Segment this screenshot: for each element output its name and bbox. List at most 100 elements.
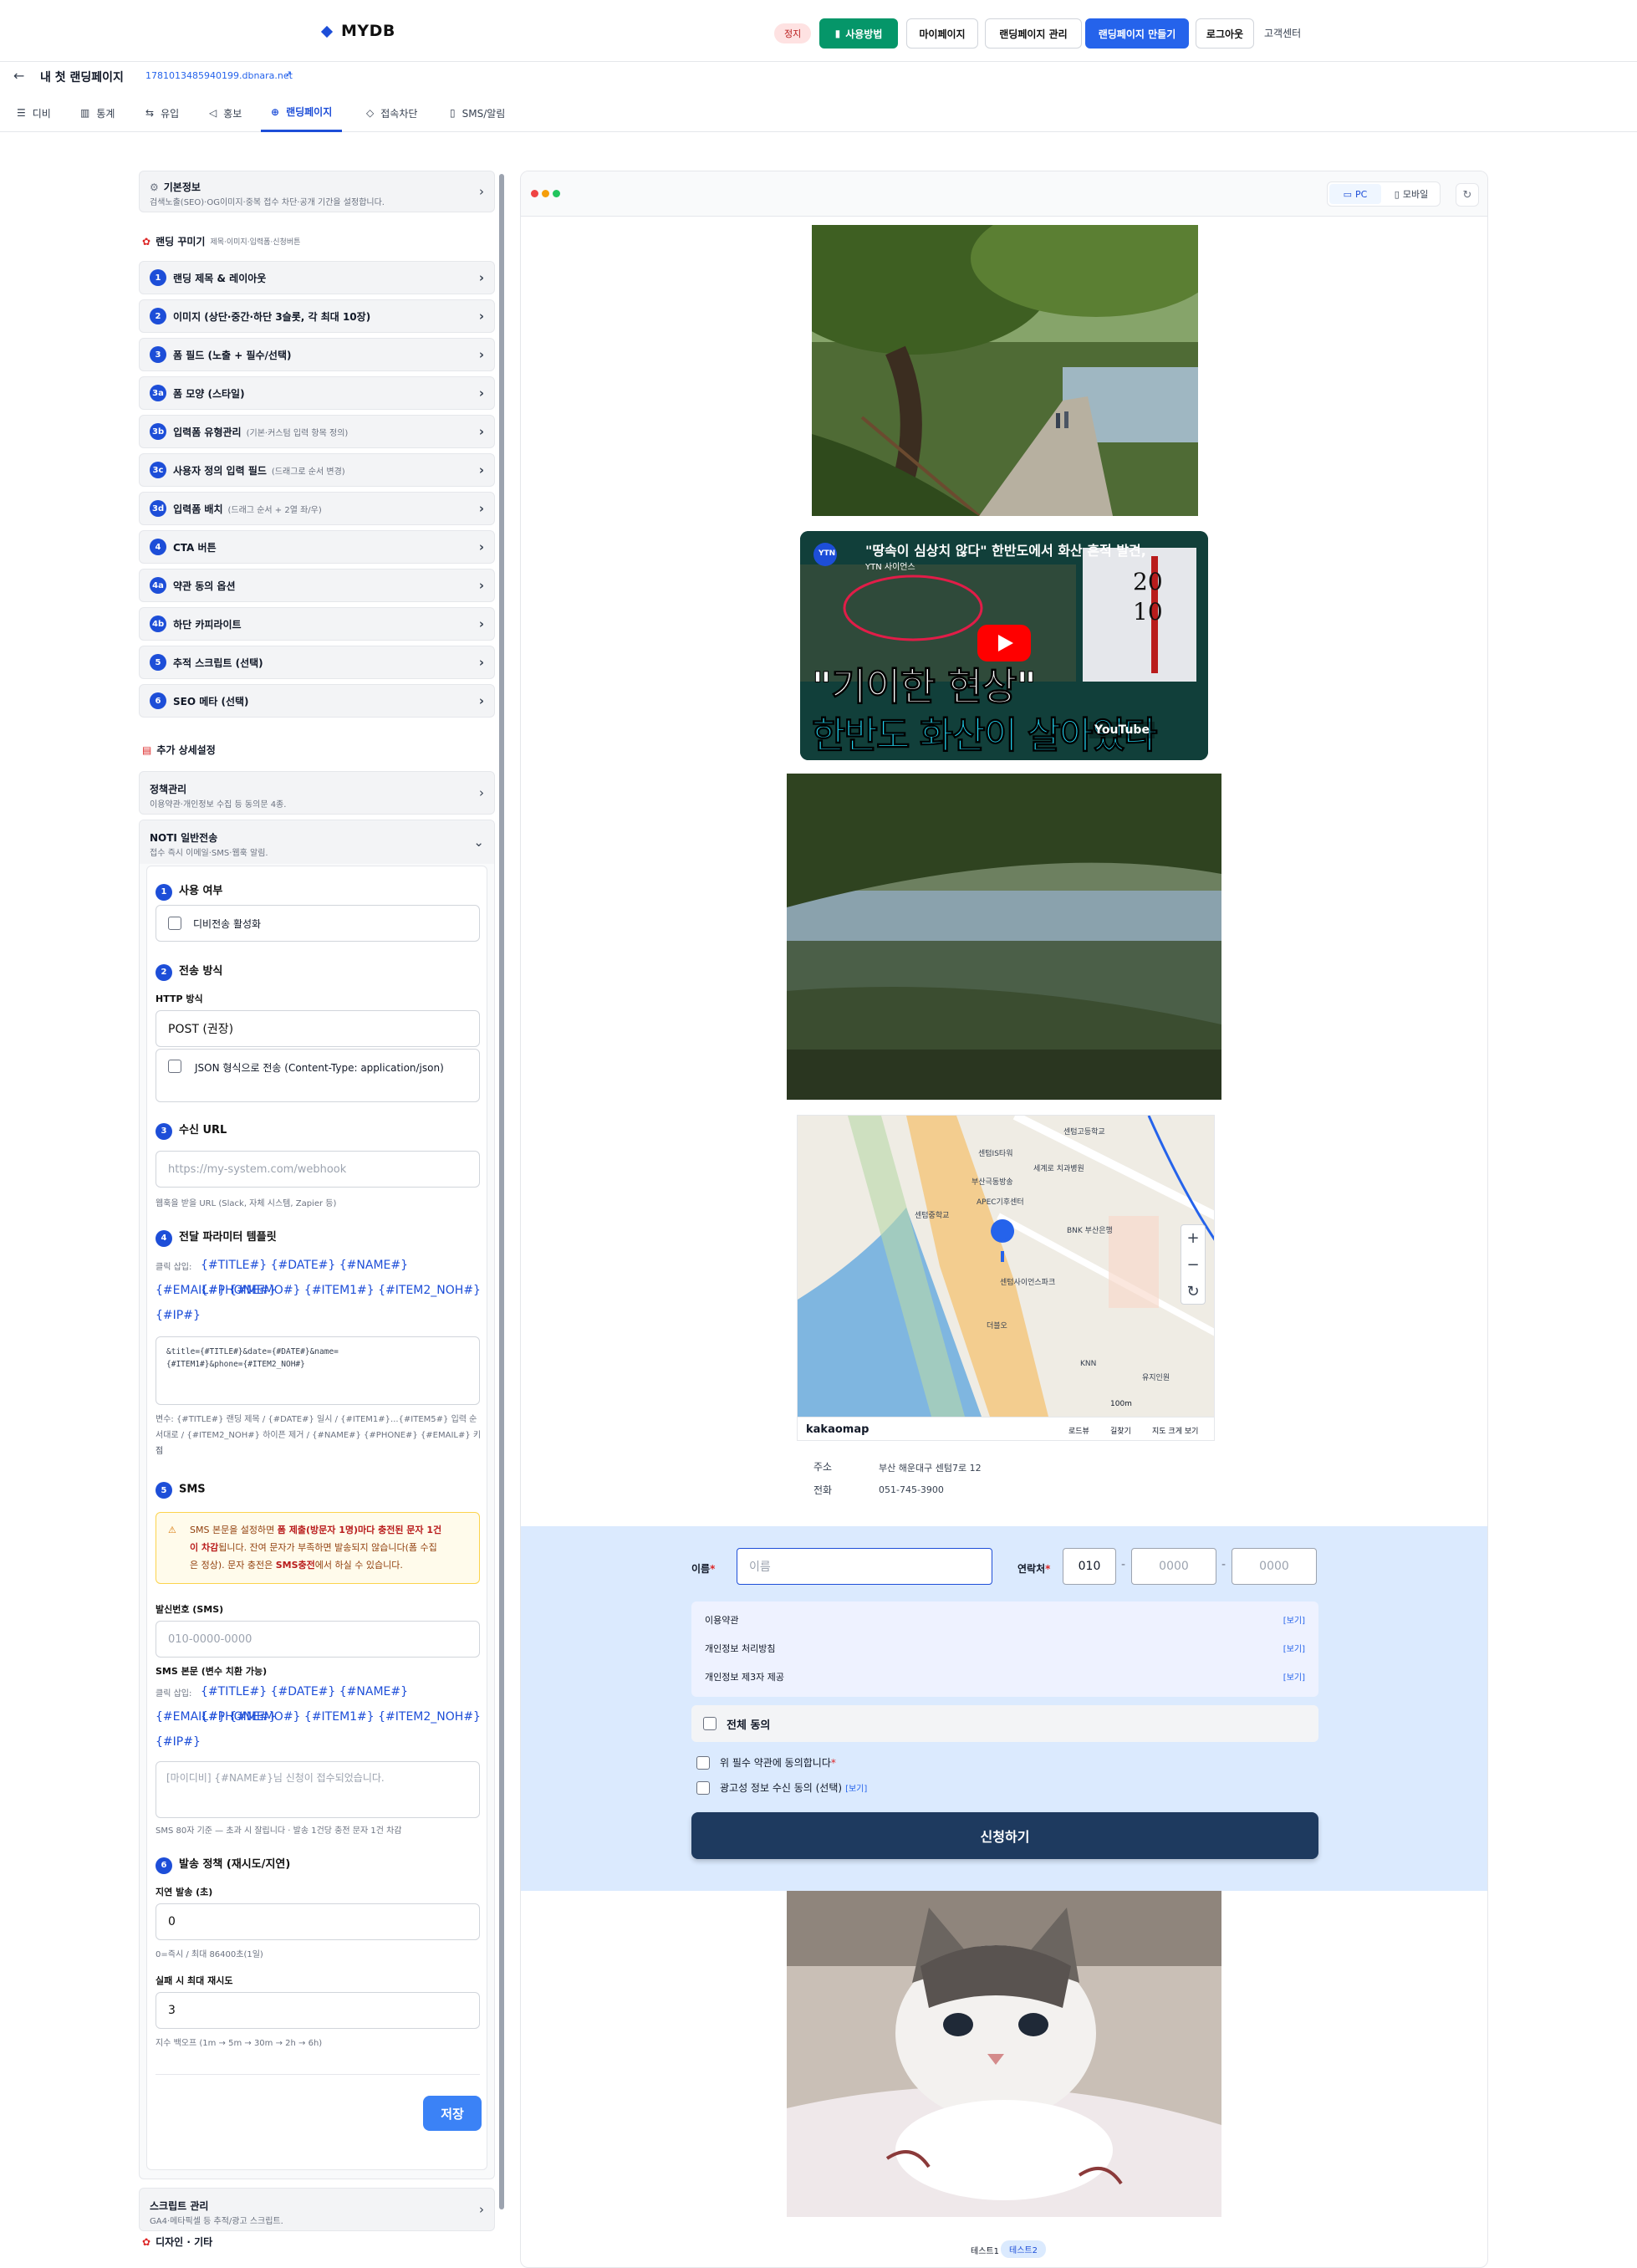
sms-token-row[interactable]: {#EMAIL#} {#MEMO#} {#ITEM1#} {#ITEM2_NOH… [156, 1704, 481, 1729]
step-row-4a[interactable]: 4a 약관 동의 옵션 › [139, 569, 495, 602]
policy-section[interactable]: 정책관리 이용약관·개인정보 수집 등 동의문 4종. › [139, 771, 495, 815]
chevron-right-icon: › [478, 270, 484, 285]
step-label: 폼 필드 (노출 + 필수/선택) [173, 349, 292, 361]
mypage-button[interactable]: 마이페이지 [906, 18, 978, 49]
create-landing-button[interactable]: 랜딩페이지 만들기 [1085, 18, 1189, 49]
basic-info-section[interactable]: ⚙ 기본정보 검색노출(SEO)·OG이미지·중복 접수 차단·공개 기간을 설정… [139, 171, 495, 212]
map-scale: 100m [1110, 1400, 1132, 1408]
inflow-icon: ⇆ [145, 107, 155, 119]
step-row-5[interactable]: 5 추적 스크립트 (선택) › [139, 646, 495, 679]
footer-tab-1[interactable]: 테스트1 [971, 2244, 999, 2256]
step-label: 랜딩 제목 & 레이아웃 [173, 272, 267, 284]
tab-landing[interactable]: ⊕ 랜딩페이지 [261, 94, 343, 132]
manage-landing-button[interactable]: 랜딩페이지 관리 [985, 18, 1082, 49]
zoom-out-icon[interactable]: − [1181, 1252, 1205, 1279]
refresh-icon[interactable]: ↻ [1456, 183, 1479, 207]
agree-all-row[interactable]: 전체 동의 [691, 1705, 1318, 1742]
param-token-row[interactable]: {#EMAIL#} {#MEMO#} {#ITEM1#} {#ITEM2_NOH… [156, 1278, 481, 1303]
guide-button[interactable]: ▮ 사용방법 [819, 18, 898, 49]
phone-prefix-select[interactable]: 010 [1063, 1548, 1116, 1585]
checkbox[interactable] [168, 1060, 181, 1073]
step-row-3a[interactable]: 3a 폼 모양 (스타일) › [139, 376, 495, 410]
youtube-logo[interactable]: YouTube [1089, 722, 1155, 738]
tab-inflow[interactable]: ⇆ 유입 [145, 94, 179, 132]
agree-required-row[interactable]: 위 필수 약관에 동의합니다 * [696, 1755, 836, 1770]
back-arrow-icon[interactable]: ← [13, 68, 24, 84]
kakao-map[interactable]: APEC기후센터 센텀중학교 센텀고등학교 BNK 부산은행 세계로 치과병원 부산극동방… [797, 1115, 1215, 1441]
step-sub: (드래그로 순서 변경) [271, 467, 345, 477]
db-send-toggle[interactable]: 디비전송 활성화 [156, 905, 480, 942]
checkbox[interactable] [696, 1780, 710, 1795]
webhook-url-input[interactable]: https://my-system.com/webhook [156, 1151, 480, 1188]
youtube-video-embed[interactable]: YTN "땅속이 심상치 않다" 한반도에서 화산 흔적 발견, YTN 사이언… [800, 531, 1208, 760]
logo[interactable]: MYDB [341, 22, 395, 40]
name-input[interactable]: 이름 [737, 1548, 992, 1585]
external-link-icon[interactable]: ↗ [284, 69, 292, 79]
http-method-select[interactable]: POST (권장) [156, 1010, 480, 1047]
step-row-4b[interactable]: 4b 하단 카피라이트 › [139, 607, 495, 641]
logout-button[interactable]: 로그아웃 [1196, 18, 1254, 49]
json-option[interactable]: JSON 형식으로 전송 (Content-Type: application/… [156, 1049, 480, 1102]
footer-tab-2[interactable]: 테스트2 [1001, 2240, 1046, 2258]
tab-db[interactable]: ☰ 디비 [17, 94, 51, 132]
max-retry-input[interactable]: 3 [156, 1992, 480, 2029]
phone-last-input[interactable]: 0000 [1232, 1548, 1317, 1585]
tab-sms[interactable]: ▯ SMS/알림 [450, 94, 505, 132]
step-number: 2 [150, 308, 166, 324]
map-link-enlarge[interactable]: 지도 크게 보기 [1152, 1425, 1198, 1436]
phone-middle-input[interactable]: 0000 [1131, 1548, 1216, 1585]
script-section[interactable]: 스크립트 관리 GA4·메타픽셀 등 추적/광고 스크립트. › [139, 2188, 495, 2231]
delay-seconds-input[interactable]: 0 [156, 1903, 480, 1940]
save-button[interactable]: 저장 [423, 2096, 482, 2131]
tab-stats[interactable]: ▥ 통계 [80, 94, 115, 132]
sender-number-input[interactable]: 010-0000-0000 [156, 1621, 480, 1658]
sms-token-row[interactable]: {#IP#} [156, 1729, 201, 1755]
step-row-6[interactable]: 6 SEO 메타 (선택) › [139, 684, 495, 718]
param-token-row[interactable]: {#IP#} [156, 1303, 201, 1328]
logo-diamond-icon [320, 25, 334, 38]
shield-icon: ◇ [366, 107, 375, 119]
chevron-down-icon: ⌄ [473, 835, 484, 850]
window-dot [531, 190, 538, 197]
chevron-right-icon: › [478, 309, 484, 324]
landing-url-link[interactable]: 1781013485940199.dbnara.net [145, 70, 293, 81]
step-row-4[interactable]: 4 CTA 버튼 › [139, 530, 495, 564]
step-number: 1 [150, 269, 166, 286]
noti-header[interactable]: NOTI 일반전송 접수 즉시 이메일·SMS·웹훅 알림. ⌄ [140, 820, 494, 864]
terms-view-link[interactable]: [보기] [1283, 1642, 1305, 1654]
chevron-right-icon: › [478, 347, 484, 362]
stop-badge[interactable]: 정지 [774, 23, 812, 43]
book-icon: ▮ [834, 28, 841, 39]
sms-body-textarea[interactable]: [마이디비] {#NAME#}님 신청이 접수되었습니다. [156, 1761, 480, 1818]
step-row-1[interactable]: 1 랜딩 제목 & 레이아웃 › [139, 261, 495, 294]
terms-label: 개인정보 제3자 제공 [705, 1672, 784, 1683]
step-row-3c[interactable]: 3c 사용자 정의 입력 필드 (드래그로 순서 변경) › [139, 453, 495, 487]
map-zoom-controls[interactable]: + − ↻ [1181, 1224, 1206, 1305]
gear-icon: ⚙ [150, 181, 159, 193]
step-row-3b[interactable]: 3b 입력폼 유형관리 (기본·커스텀 입력 항목 정의) › [139, 415, 495, 448]
checkbox[interactable] [696, 1755, 710, 1770]
tab-promotion[interactable]: ◁ 홍보 [209, 94, 242, 132]
window-dot [542, 190, 549, 197]
tab-block[interactable]: ◇ 접속차단 [366, 94, 417, 132]
checkbox[interactable] [168, 917, 181, 930]
device-toggle: ▭ PC ▯ 모바일 [1327, 181, 1441, 207]
panel-scrollbar[interactable] [499, 174, 504, 2209]
agree-marketing-row[interactable]: 광고성 정보 수신 동의 (선택) [보기] [696, 1780, 867, 1795]
param-template-textarea[interactable]: &title={#TITLE#}&date={#DATE#}&name= {#I… [156, 1336, 480, 1405]
terms-view-link[interactable]: [보기] [1283, 1670, 1305, 1683]
checkbox[interactable] [703, 1717, 717, 1730]
step-row-3d[interactable]: 3d 입력폼 배치 (드래그 순서 + 2열 좌/우) › [139, 492, 495, 525]
zoom-in-icon[interactable]: + [1181, 1225, 1205, 1252]
step-row-2[interactable]: 2 이미지 (상단·중간·하단 3슬롯, 각 최대 10장) › [139, 299, 495, 333]
map-link-directions[interactable]: 길찾기 [1110, 1425, 1131, 1436]
pc-view-button[interactable]: ▭ PC [1329, 184, 1381, 204]
mobile-view-button[interactable]: ▯ 모바일 [1385, 184, 1438, 204]
map-link-roadview[interactable]: 로드뷰 [1068, 1425, 1089, 1436]
step-row-3[interactable]: 3 폼 필드 (노출 + 필수/선택) › [139, 338, 495, 371]
reset-icon[interactable]: ↻ [1181, 1279, 1205, 1305]
support-link[interactable]: 고객센터 [1264, 26, 1301, 40]
marketing-terms-link[interactable]: [보기] [845, 1781, 867, 1794]
terms-view-link[interactable]: [보기] [1283, 1613, 1305, 1626]
submit-button[interactable]: 신청하기 [691, 1812, 1318, 1859]
